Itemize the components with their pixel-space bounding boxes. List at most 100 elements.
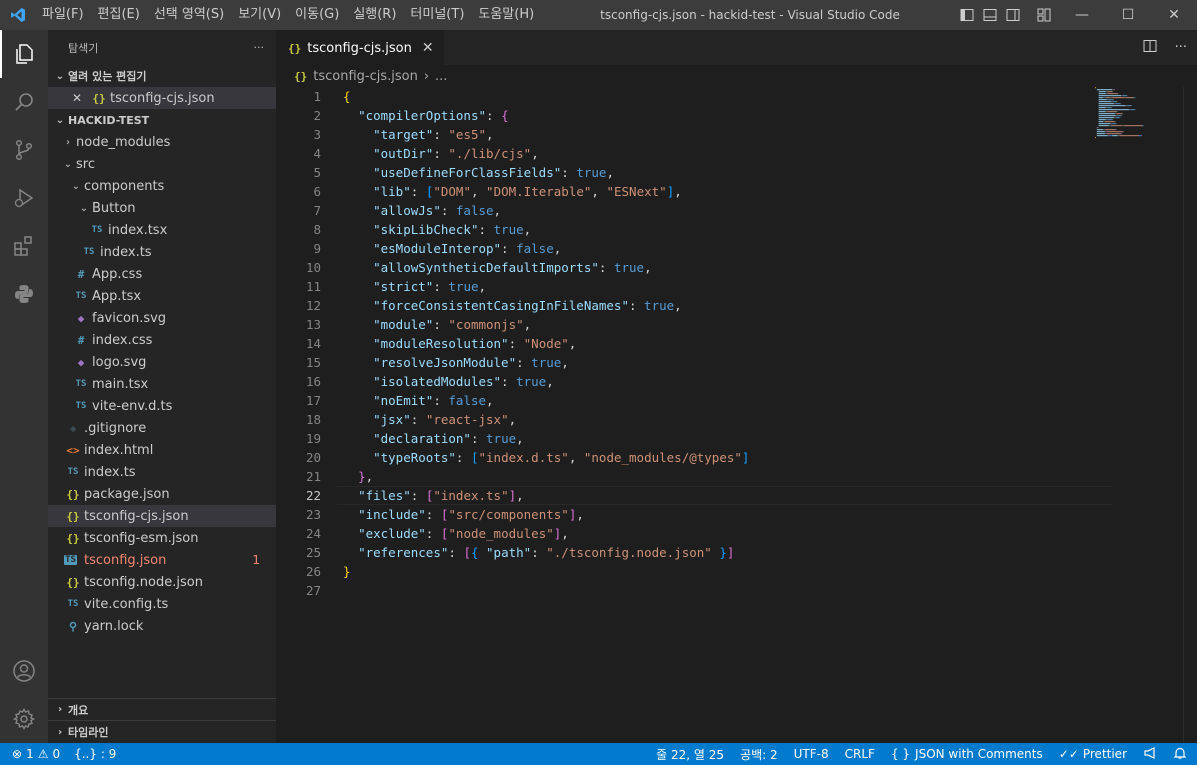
tree-item[interactable]: {} tsconfig-esm.json (48, 527, 276, 549)
tree-item[interactable]: TS App.tsx (48, 285, 276, 307)
tree-item[interactable]: {} package.json (48, 483, 276, 505)
tree-item[interactable]: ⌄ src (48, 153, 276, 175)
cursor-position[interactable]: 줄 22, 열 25 (656, 746, 724, 763)
problems-indicator[interactable]: ⊗ 1 ⚠ 0 (12, 747, 60, 761)
language-mode[interactable]: { } JSON with Comments (891, 747, 1043, 761)
code-line[interactable]: "useDefineForClassFields": true, (343, 163, 1083, 182)
code-editor[interactable]: 1 2 3 4 5 6 7 8 9 10 11 12 13 14 15 16 17 18 19 20 21 22 23 24 2… (276, 87, 1197, 743)
tree-item[interactable]: <> index.html (48, 439, 276, 461)
code-line[interactable]: "allowJs": false, (343, 201, 1083, 220)
tree-item[interactable]: TS vite-env.d.ts (48, 395, 276, 417)
account-icon[interactable] (0, 647, 48, 695)
code-line[interactable]: "files": ["index.ts"], (337, 486, 1113, 505)
tree-item[interactable]: › node_modules (48, 131, 276, 153)
python-icon[interactable] (0, 270, 48, 318)
tree-item[interactable]: # index.css (48, 329, 276, 351)
explorer-icon[interactable] (0, 30, 48, 78)
menu-item-3[interactable]: 보기(V) (231, 0, 288, 30)
code-line[interactable]: "jsx": "react-jsx", (343, 410, 1083, 429)
minimize-button[interactable]: — (1059, 0, 1105, 30)
more-actions-icon[interactable]: ··· (254, 41, 265, 54)
timeline-section[interactable]: › 타임라인 (48, 721, 276, 743)
code-line[interactable]: "lib": ["DOM", "DOM.Iterable", "ESNext"]… (343, 182, 1083, 201)
tree-item[interactable]: TS vite.config.ts (48, 593, 276, 615)
code-line[interactable]: { (343, 87, 1083, 106)
more-actions-icon[interactable]: ··· (1175, 40, 1187, 55)
code-line[interactable]: "forceConsistentCasingInFileNames": true… (343, 296, 1083, 315)
code-line[interactable]: "esModuleInterop": false, (343, 239, 1083, 258)
breadcrumb-file[interactable]: tsconfig-cjs.json (313, 69, 418, 84)
tree-item[interactable]: ◆ favicon.svg (48, 307, 276, 329)
end-of-line[interactable]: CRLF (845, 747, 875, 761)
code-line[interactable]: "allowSyntheticDefaultImports": true, (343, 258, 1083, 277)
encoding[interactable]: UTF-8 (794, 747, 829, 761)
feedback-icon[interactable] (1143, 746, 1157, 763)
indentation[interactable]: 공백: 2 (740, 746, 778, 763)
code-line[interactable]: "noEmit": false, (343, 391, 1083, 410)
toggle-secondary-sidebar-icon[interactable] (1006, 8, 1020, 22)
code-line[interactable]: "skipLibCheck": true, (343, 220, 1083, 239)
outline-section[interactable]: › 개요 (48, 699, 276, 721)
code-line[interactable]: }, (343, 467, 1083, 486)
tree-item[interactable]: TS index.ts (48, 461, 276, 483)
code-line[interactable]: "strict": true, (343, 277, 1083, 296)
json-item-count[interactable]: {..} : 9 (74, 747, 116, 761)
tree-item[interactable]: ◆ logo.svg (48, 351, 276, 373)
run-debug-icon[interactable] (0, 174, 48, 222)
tree-item[interactable]: TS index.tsx (48, 219, 276, 241)
close-icon[interactable]: ✕ (72, 91, 90, 105)
menu-item-7[interactable]: 도움말(H) (471, 0, 541, 30)
toggle-panel-icon[interactable] (983, 8, 997, 22)
code-line[interactable]: "references": [{ "path": "./tsconfig.nod… (343, 543, 1083, 562)
tree-item[interactable]: ⌄ components (48, 175, 276, 197)
tree-item[interactable]: {} tsconfig.node.json (48, 571, 276, 593)
customize-layout-icon[interactable] (1037, 8, 1051, 22)
close-window-button[interactable]: ✕ (1151, 0, 1197, 30)
minimap[interactable] (1095, 87, 1175, 147)
search-icon[interactable] (0, 78, 48, 126)
tree-item[interactable]: # App.css (48, 263, 276, 285)
menu-item-1[interactable]: 편집(E) (91, 0, 147, 30)
tree-item[interactable]: TS tsconfig.json 1 (48, 549, 276, 571)
code-line[interactable]: } (343, 562, 1083, 581)
tree-item[interactable]: TS index.ts (48, 241, 276, 263)
code-line[interactable]: "moduleResolution": "Node", (343, 334, 1083, 353)
code-line[interactable]: "isolatedModules": true, (343, 372, 1083, 391)
menu-item-0[interactable]: 파일(F) (35, 0, 91, 30)
vertical-scrollbar[interactable] (1183, 87, 1197, 743)
tree-item[interactable]: ◈ .gitignore (48, 417, 276, 439)
project-section[interactable]: ⌄ HACKID-TEST (48, 109, 276, 131)
menu-item-4[interactable]: 이동(G) (288, 0, 346, 30)
menu-item-2[interactable]: 선택 영역(S) (147, 0, 231, 30)
code-line[interactable]: "target": "es5", (343, 125, 1083, 144)
source-control-icon[interactable] (0, 126, 48, 174)
code-line[interactable]: "module": "commonjs", (343, 315, 1083, 334)
toggle-primary-sidebar-icon[interactable] (960, 8, 974, 22)
notifications-bell-icon[interactable] (1173, 746, 1187, 763)
close-tab-icon[interactable]: ✕ (422, 40, 434, 56)
code-line[interactable]: "resolveJsonModule": true, (343, 353, 1083, 372)
menu-item-5[interactable]: 실행(R) (346, 0, 403, 30)
settings-gear-icon[interactable] (0, 695, 48, 743)
split-editor-icon[interactable] (1143, 39, 1157, 57)
tree-item[interactable]: ⚲ yarn.lock (48, 615, 276, 637)
code-line[interactable]: "compilerOptions": { (343, 106, 1083, 125)
open-editors-section[interactable]: ⌄ 열려 있는 편집기 (48, 65, 276, 87)
prettier-status[interactable]: ✓✓ Prettier (1059, 747, 1127, 761)
tree-item[interactable]: TS main.tsx (48, 373, 276, 395)
code-line[interactable]: "declaration": true, (343, 429, 1083, 448)
maximize-button[interactable]: ☐ (1105, 0, 1151, 30)
code-line[interactable] (343, 581, 1083, 600)
code-line[interactable]: "outDir": "./lib/cjs", (343, 144, 1083, 163)
menu-item-6[interactable]: 터미널(T) (403, 0, 471, 30)
code-lines[interactable]: { "compilerOptions": { "target": "es5", … (337, 87, 1113, 600)
extensions-icon[interactable] (0, 222, 48, 270)
tab-tsconfig-cjs[interactable]: {} tsconfig-cjs.json ✕ (276, 30, 444, 65)
code-line[interactable]: "include": ["src/components"], (343, 505, 1083, 524)
open-editor-item[interactable]: ✕ {} tsconfig-cjs.json (48, 87, 276, 109)
code-line[interactable]: "typeRoots": ["index.d.ts", "node_module… (343, 448, 1083, 467)
tree-item[interactable]: {} tsconfig-cjs.json (48, 505, 276, 527)
code-line[interactable]: "exclude": ["node_modules"], (343, 524, 1083, 543)
tree-item[interactable]: ⌄ Button (48, 197, 276, 219)
breadcrumb-rest[interactable]: ... (435, 69, 447, 84)
